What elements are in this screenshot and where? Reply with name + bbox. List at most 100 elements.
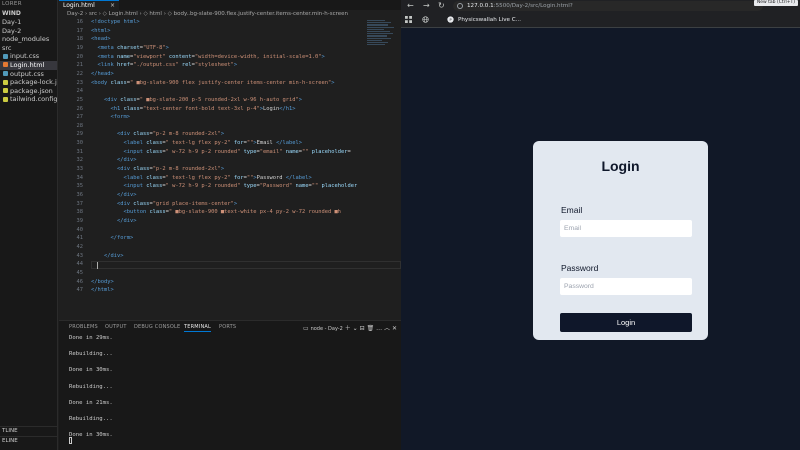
login-page: Login Email Password Login: [401, 28, 800, 450]
code-token: "grid place-items-center": [152, 200, 234, 207]
code-token: class: [120, 96, 137, 103]
back-icon[interactable]: ←: [407, 1, 414, 11]
code-token: <button: [123, 209, 150, 216]
tab-output[interactable]: OUTPUT: [105, 324, 127, 330]
line-number: 44: [76, 261, 84, 268]
tree-item[interactable]: Day-2: [0, 27, 57, 36]
more-icon[interactable]: …: [376, 325, 382, 332]
globe-icon[interactable]: [422, 16, 429, 23]
text-caret: [97, 261, 98, 269]
code-token: >: [233, 200, 238, 207]
code-token: "email": [259, 148, 286, 155]
js-file-icon: [3, 96, 8, 102]
code-token: name: [116, 53, 130, 60]
tree-item[interactable]: Day-1: [0, 18, 57, 27]
css-file-icon: [3, 53, 8, 59]
tree-item[interactable]: Login.html: [0, 60, 57, 70]
tab-terminal[interactable]: TERMINAL: [184, 324, 212, 332]
tree-item-label: output.css: [10, 69, 44, 78]
password-input[interactable]: [560, 278, 692, 295]
line-number: 46: [76, 278, 84, 285]
terminal-line: Rebuilding...: [69, 416, 113, 422]
line-number: 26: [76, 105, 84, 112]
reload-icon[interactable]: ↻: [438, 1, 445, 11]
outline-section[interactable]: TLINE: [0, 426, 57, 435]
code-token: <body: [91, 79, 111, 86]
code-line: <html>: [91, 28, 110, 34]
tree-item-label: Day-1: [2, 18, 22, 26]
code-token: <div: [116, 131, 134, 138]
code-token: >: [331, 79, 335, 86]
tree-item[interactable]: tailwind.config.js: [0, 95, 57, 104]
code-line: </div>: [91, 157, 136, 163]
code-token: " w-72 h-9 p-2 rounded": [165, 148, 244, 155]
code-token: "": [302, 148, 312, 155]
timeline-section[interactable]: ELINE: [0, 436, 57, 445]
json-file-icon: [3, 88, 8, 94]
tree-item[interactable]: input.css: [0, 52, 57, 61]
forward-icon[interactable]: →: [423, 1, 430, 11]
login-button[interactable]: Login: [560, 313, 692, 332]
code-token: >: [321, 53, 325, 60]
close-panel-icon[interactable]: ✕: [392, 325, 397, 332]
add-terminal-icon[interactable]: ＋: [345, 325, 351, 332]
code-token: Password: [256, 174, 286, 181]
code-token: name: [295, 183, 309, 190]
site-info-icon[interactable]: [457, 3, 463, 9]
line-number: 40: [76, 226, 84, 233]
terminal-toolbar: ▭ node - Day-2 ＋ ⌄ ⊟ 🗑 … ︿ ✕: [303, 323, 397, 332]
terminal-line: Done in 30ms.: [69, 432, 113, 439]
close-icon[interactable]: ×: [110, 1, 115, 10]
code-area[interactable]: 16 <!doctype html> 17 <html> 18 <head> 19 <met…: [59, 19, 401, 319]
line-number: 34: [76, 174, 84, 181]
breadcrumb[interactable]: Day-2 › src › ◇ Login.html › ◇ html › ◇ …: [59, 10, 401, 19]
code-line: </head>: [91, 71, 114, 77]
code-token: <!doctype html>: [91, 19, 140, 25]
apps-grid-icon[interactable]: [405, 16, 412, 23]
bookmarks-bar: P Physicswallah Live C...: [401, 13, 800, 28]
trash-icon[interactable]: 🗑: [367, 325, 375, 332]
code-line: <meta name="viewport" content="width=dev…: [91, 54, 325, 60]
tree-item[interactable]: package.json: [0, 87, 57, 96]
code-token: <label: [123, 140, 147, 147]
tab-debug-console[interactable]: DEBUG CONSOLE: [134, 324, 180, 330]
terminal-name[interactable]: node - Day-2: [311, 326, 343, 332]
code-token: type: [243, 183, 257, 190]
tree-item[interactable]: node_modules: [0, 35, 57, 44]
tab-problems[interactable]: PROBLEMS: [69, 324, 98, 330]
tab-login-html[interactable]: Login.html ×: [59, 0, 119, 10]
line-number: 33: [76, 166, 84, 173]
tree-item[interactable]: output.css: [0, 70, 57, 79]
line-number: 20: [76, 53, 84, 60]
code-line: </div>: [91, 192, 136, 198]
tree-item-label: input.css: [10, 52, 40, 61]
split-icon[interactable]: ⊟: [360, 325, 365, 332]
bookmark-physicswallah[interactable]: Physicswallah Live C...: [458, 16, 521, 24]
code-line: <div class="grid place-items-center">: [91, 201, 237, 207]
email-input[interactable]: [560, 220, 692, 237]
code-token: "width=device-width, initial-scale=1.0": [194, 53, 322, 60]
chevron-down-icon[interactable]: ⌄: [353, 325, 358, 332]
tree-item[interactable]: src: [0, 44, 57, 53]
explorer-header: LORER: [2, 1, 22, 7]
address-bar[interactable]: 127.0.0.1:5500/Day-2/src/Login.html?: [453, 1, 763, 11]
chevron-up-icon[interactable]: ︿: [384, 325, 390, 332]
line-number: 24: [76, 88, 84, 95]
tree-item-label: src: [2, 43, 12, 52]
explorer-project[interactable]: WIND: [0, 9, 57, 18]
code-line: <label class=" text-lg flex py-2" for=""…: [91, 140, 302, 146]
tree-item[interactable]: package-lock.json: [0, 78, 57, 87]
code-token: </head>: [91, 70, 114, 77]
code-token: >: [233, 62, 238, 69]
code-token: Login: [263, 105, 280, 112]
bottom-panel: PROBLEMS OUTPUT DEBUG CONSOLE TERMINAL P…: [59, 320, 401, 450]
tab-ports[interactable]: PORTS: [219, 324, 236, 330]
code-token: </label>: [285, 174, 312, 181]
tree-item-label: tailwind.config.js: [10, 95, 58, 104]
current-line-highlight: [91, 261, 401, 270]
code-token: >: [220, 131, 225, 138]
